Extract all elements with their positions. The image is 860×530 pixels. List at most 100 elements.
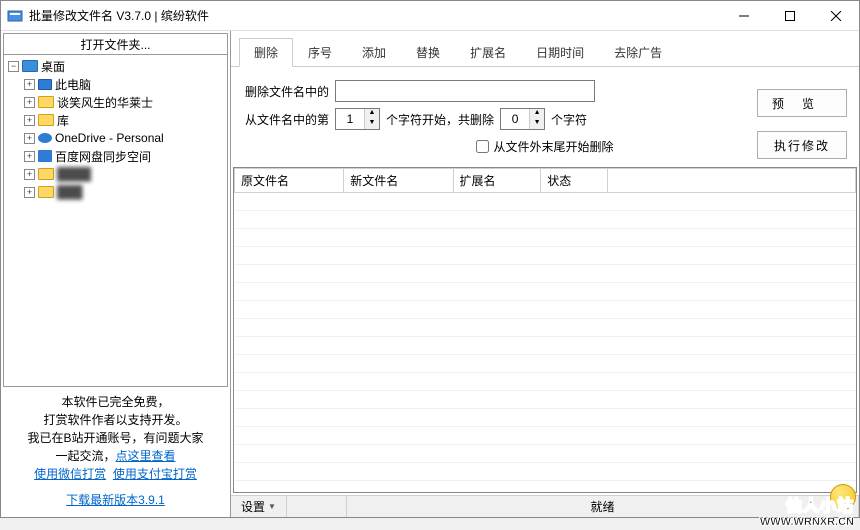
tree-item[interactable]: + ████ (4, 165, 227, 183)
spin-up-icon[interactable]: ▲ (530, 109, 544, 119)
from-char-label-c: 个字符 (551, 111, 587, 128)
table-row (235, 445, 856, 463)
open-folder-label: 打开文件夹... (80, 36, 150, 53)
folder-icon (38, 150, 52, 162)
column-header[interactable]: 原文件名 (235, 169, 344, 193)
tabs: 删除序号添加替换扩展名日期时间去除广告 (239, 37, 851, 66)
folder-icon (38, 133, 52, 143)
tree-item[interactable]: + 谈笑风生的华莱士 (4, 93, 227, 111)
info-footer: 本软件已完全免费， 打赏软件作者以支持开发。 我已在B站开通账号，有问题大家 一… (3, 387, 228, 515)
delete-count-value[interactable] (501, 109, 529, 129)
spin-down-icon[interactable]: ▼ (530, 119, 544, 129)
tab-6[interactable]: 去除广告 (599, 38, 677, 67)
folder-icon (38, 114, 54, 126)
collapse-icon[interactable]: − (8, 61, 19, 72)
table-row (235, 193, 856, 211)
tab-5[interactable]: 日期时间 (521, 38, 599, 67)
link-download[interactable]: 下载最新版本3.9.1 (66, 493, 165, 507)
table-row (235, 355, 856, 373)
tree-item-label: 谈笑风生的华莱士 (57, 94, 153, 111)
footer-line2: 打赏软件作者以支持开发。 (7, 411, 224, 429)
table-row (235, 229, 856, 247)
delete-label: 删除文件名中的 (245, 83, 329, 100)
column-filler (607, 169, 855, 193)
column-header[interactable]: 新文件名 (344, 169, 453, 193)
table-row (235, 301, 856, 319)
open-folder-button[interactable]: 打开文件夹... (3, 33, 228, 55)
close-button[interactable] (813, 1, 859, 31)
folder-icon (38, 186, 54, 198)
expand-icon[interactable]: + (24, 133, 35, 144)
link-wechat[interactable]: 使用微信打赏 (34, 467, 106, 481)
folder-icon (38, 79, 52, 90)
tab-3[interactable]: 替换 (401, 38, 455, 67)
table-row (235, 463, 856, 481)
watermark-emoji (830, 484, 856, 510)
start-char-spinner[interactable]: ▲▼ (335, 108, 380, 130)
expand-icon[interactable]: + (24, 151, 35, 162)
settings-button[interactable]: 设置 ▼ (231, 496, 287, 517)
table-row (235, 337, 856, 355)
tree-item[interactable]: + 百度网盘同步空间 (4, 147, 227, 165)
folder-icon (38, 168, 54, 180)
folder-tree[interactable]: − 桌面 +此电脑+谈笑风生的华莱士+库+OneDrive - Personal… (3, 55, 228, 387)
minimize-button[interactable] (721, 1, 767, 31)
tab-2[interactable]: 添加 (347, 38, 401, 67)
table-row (235, 409, 856, 427)
preview-button[interactable]: 预览 (757, 89, 847, 117)
preview-label: 预览 (772, 97, 832, 111)
tab-4[interactable]: 扩展名 (455, 38, 521, 67)
column-header[interactable]: 扩展名 (453, 169, 541, 193)
tree-item-label: 库 (57, 112, 69, 129)
chevron-down-icon: ▼ (268, 502, 276, 511)
spin-up-icon[interactable]: ▲ (365, 109, 379, 119)
titlebar: 批量修改文件名 V3.7.0 | 缤纷软件 (1, 1, 859, 31)
table-row (235, 265, 856, 283)
right-panel: 删除序号添加替换扩展名日期时间去除广告 删除文件名中的 从文件名中的第 ▲▼ 个… (231, 31, 859, 517)
spin-down-icon[interactable]: ▼ (365, 119, 379, 129)
results-grid[interactable]: 原文件名新文件名扩展名状态 (233, 167, 857, 493)
expand-icon[interactable]: + (24, 79, 35, 90)
tab-0[interactable]: 删除 (239, 38, 293, 67)
left-panel: 打开文件夹... − 桌面 +此电脑+谈笑风生的华莱士+库+OneDrive -… (1, 31, 231, 517)
statusbar: 设置 ▼ 就绪 (231, 495, 859, 517)
from-end-label: 从文件外末尾开始删除 (493, 138, 613, 155)
table-row (235, 427, 856, 445)
settings-label: 设置 (241, 498, 265, 515)
column-header[interactable]: 状态 (541, 169, 607, 193)
window-title: 批量修改文件名 V3.7.0 | 缤纷软件 (29, 7, 721, 24)
tree-item-label: ████ (57, 167, 91, 181)
expand-icon[interactable]: + (24, 187, 35, 198)
tab-1[interactable]: 序号 (293, 38, 347, 67)
start-char-value[interactable] (336, 109, 364, 129)
footer-line3a: 我已在B站开通账号，有问题大家 (27, 431, 203, 445)
link-view[interactable]: 点这里查看 (116, 449, 176, 463)
expand-icon[interactable]: + (24, 169, 35, 180)
table-row (235, 283, 856, 301)
tree-item[interactable]: + 此电脑 (4, 75, 227, 93)
tree-item[interactable]: + ███ (4, 183, 227, 201)
tree-root[interactable]: − 桌面 (4, 57, 227, 75)
status-text: 就绪 (347, 496, 859, 517)
delete-count-spinner[interactable]: ▲▼ (500, 108, 545, 130)
table-row (235, 211, 856, 229)
tree-item-label: 此电脑 (55, 76, 91, 93)
maximize-button[interactable] (767, 1, 813, 31)
tree-item-label: OneDrive - Personal (55, 131, 164, 145)
execute-button[interactable]: 执行修改 (757, 131, 847, 159)
table-row (235, 391, 856, 409)
desktop-icon (22, 60, 38, 72)
expand-icon[interactable]: + (24, 97, 35, 108)
from-end-checkbox[interactable] (476, 140, 489, 153)
app-icon (7, 8, 23, 24)
tree-item-label: ███ (57, 185, 83, 199)
tree-item[interactable]: +库 (4, 111, 227, 129)
folder-icon (38, 96, 54, 108)
delete-text-input[interactable] (335, 80, 595, 102)
from-char-label-b: 个字符开始，共删除 (386, 111, 494, 128)
table-row (235, 319, 856, 337)
tree-item[interactable]: + OneDrive - Personal (4, 129, 227, 147)
link-alipay[interactable]: 使用支付宝打赏 (113, 467, 197, 481)
expand-icon[interactable]: + (24, 115, 35, 126)
tree-item-label: 百度网盘同步空间 (55, 148, 151, 165)
